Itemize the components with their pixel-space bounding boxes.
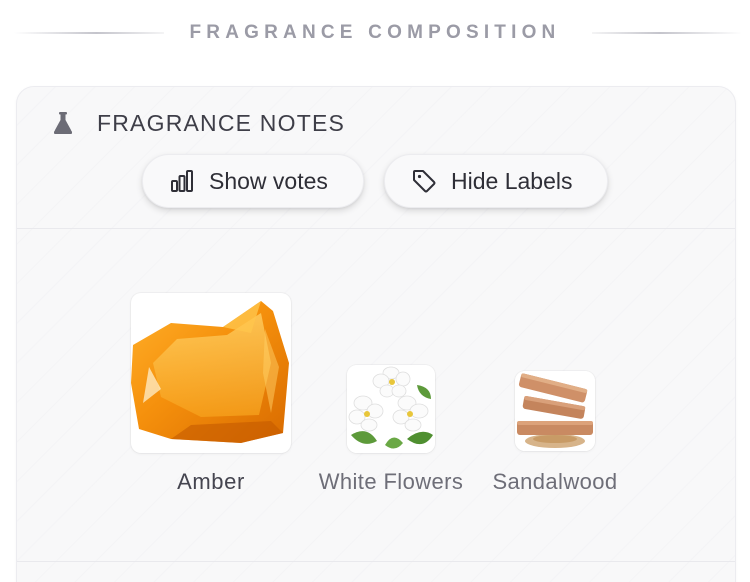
tag-icon bbox=[411, 168, 437, 194]
show-votes-button[interactable]: Show votes bbox=[142, 154, 364, 208]
note-label: White Flowers bbox=[318, 469, 464, 494]
show-votes-label: Show votes bbox=[209, 167, 328, 194]
hide-labels-label: Hide Labels bbox=[451, 167, 573, 194]
note-label: Sandalwood bbox=[492, 469, 618, 494]
flask-icon bbox=[51, 110, 77, 136]
note-white-flowers[interactable]: White Flowers bbox=[313, 365, 469, 494]
bar-chart-icon bbox=[169, 168, 195, 194]
header-divider-right bbox=[592, 32, 742, 34]
note-amber[interactable]: Amber bbox=[130, 293, 292, 494]
amber-image bbox=[131, 293, 291, 453]
section-header: FRAGRANCE COMPOSITION bbox=[0, 20, 750, 46]
fragrance-notes-card: FRAGRANCE NOTES Show votes Hide Labels A… bbox=[16, 86, 736, 582]
note-label: Amber bbox=[177, 469, 245, 494]
card-divider-bottom bbox=[17, 561, 735, 562]
white-flowers-image bbox=[347, 365, 435, 453]
sandalwood-image bbox=[515, 371, 595, 451]
fragrance-composition-section: FRAGRANCE COMPOSITION FRAGRANCE NOTES Sh… bbox=[0, 0, 750, 582]
card-title-row: FRAGRANCE NOTES bbox=[51, 109, 345, 137]
card-title: FRAGRANCE NOTES bbox=[97, 109, 346, 136]
hide-labels-button[interactable]: Hide Labels bbox=[384, 154, 608, 208]
card-divider-top bbox=[17, 228, 735, 229]
note-sandalwood[interactable]: Sandalwood bbox=[485, 371, 625, 494]
